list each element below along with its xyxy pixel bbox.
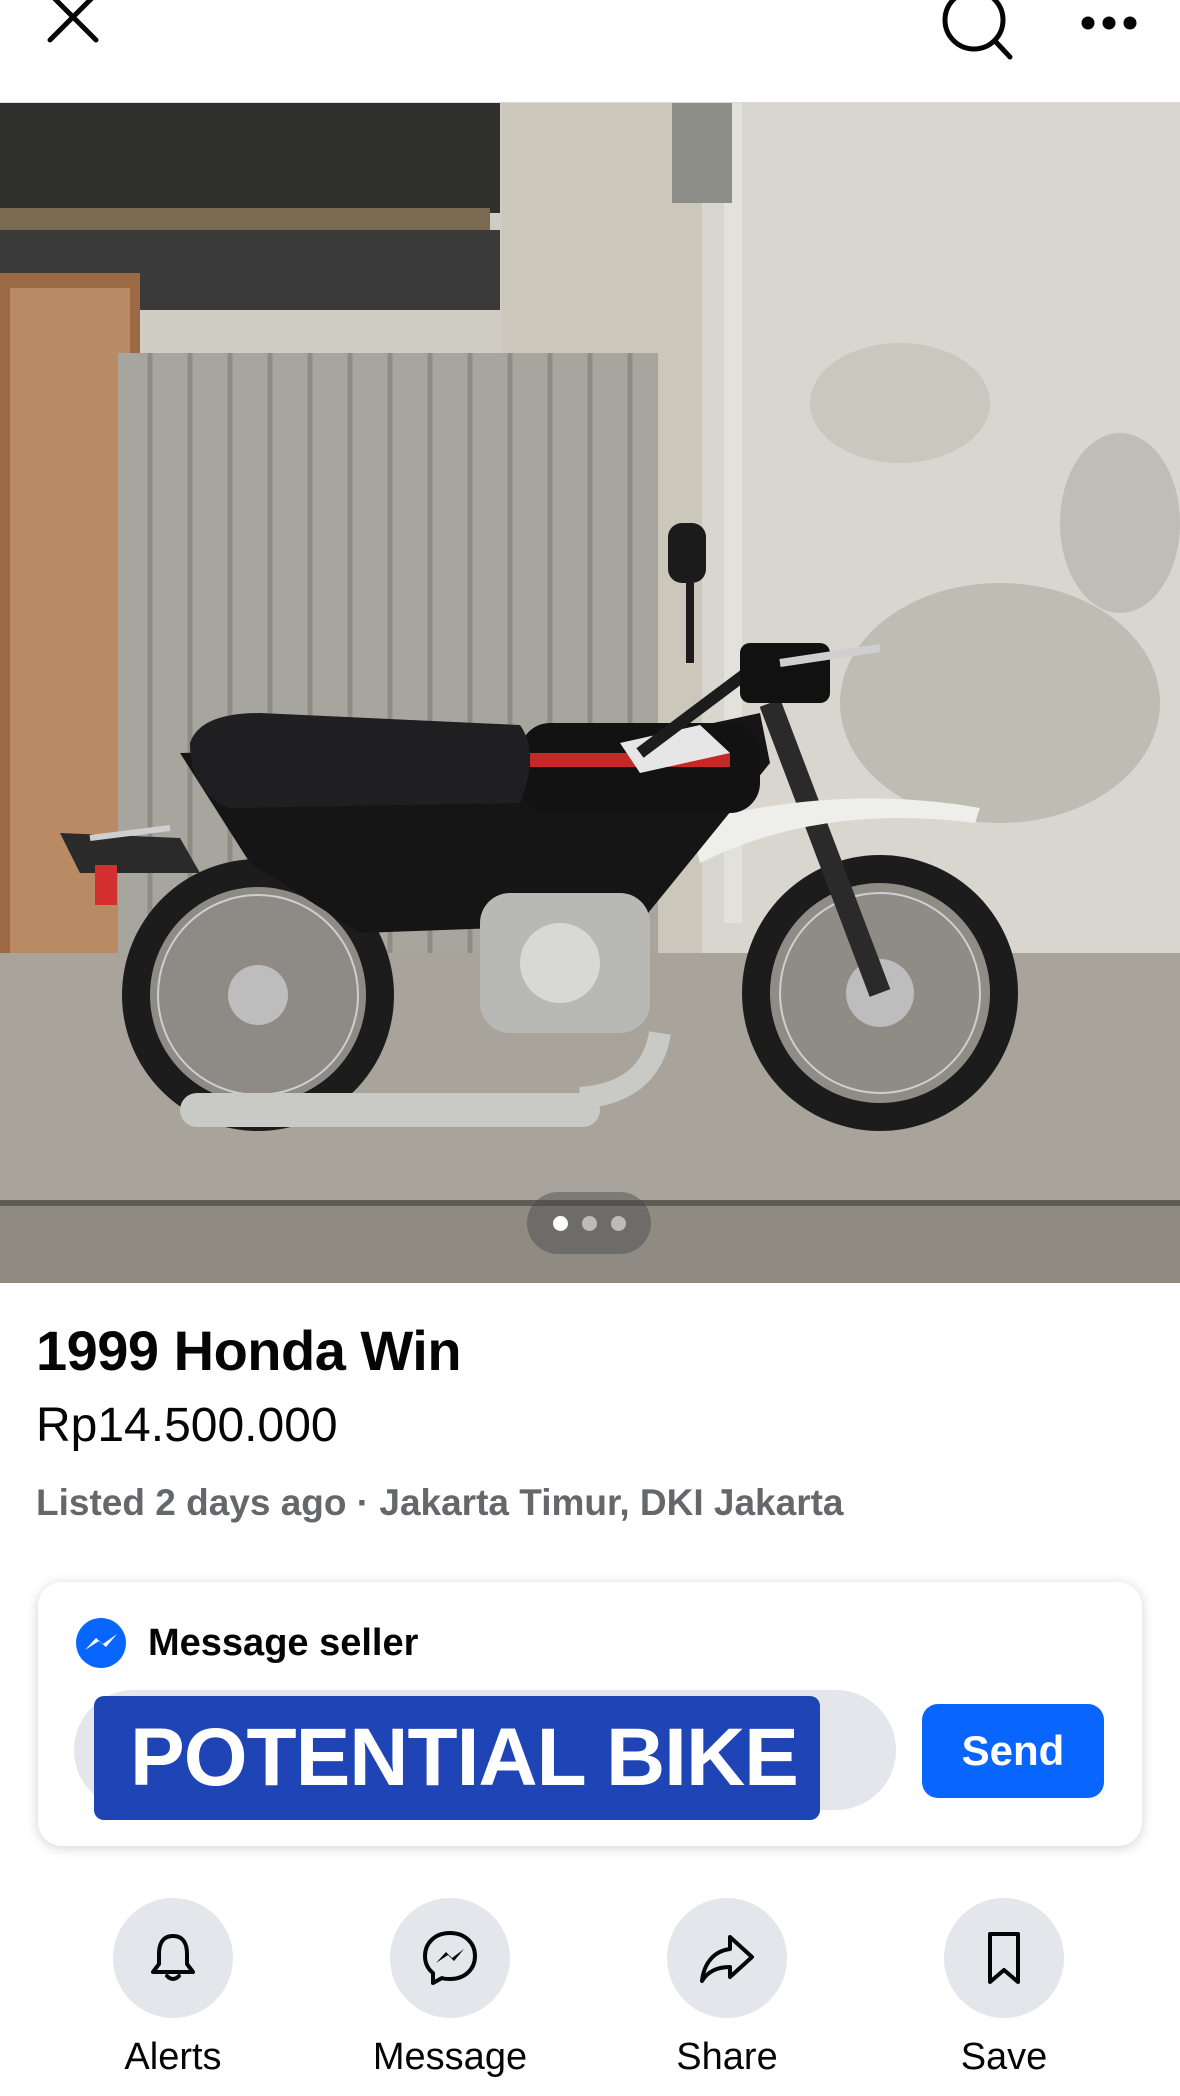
- share-action[interactable]: Share: [627, 1898, 827, 2088]
- marketplace-listing-page: 1999 Honda Win Rp14.500.000 Listed 2 day…: [0, 0, 1180, 2096]
- message-input-field[interactable]: POTENTIAL BIKE: [74, 1690, 896, 1820]
- message-seller-card: Message seller POTENTIAL BIKE Send: [38, 1582, 1142, 1846]
- listing-title: 1999 Honda Win: [36, 1319, 462, 1382]
- alerts-action[interactable]: Alerts: [73, 1898, 273, 2088]
- image-pagination-indicator[interactable]: [527, 1192, 651, 1254]
- message-label: Message: [372, 2036, 528, 2078]
- listing-price: Rp14.500.000: [36, 1399, 338, 1452]
- messenger-icon: [76, 1618, 126, 1668]
- send-button[interactable]: Send: [922, 1704, 1104, 1798]
- search-icon: [942, 0, 1013, 60]
- message-seller-label: Message seller: [148, 1621, 419, 1664]
- bell-icon: [151, 1934, 195, 1981]
- listing-photo[interactable]: [0, 103, 1180, 1283]
- bookmark-icon: [988, 1932, 1020, 1984]
- messenger-icon: [423, 1931, 477, 1985]
- alerts-button[interactable]: [113, 1898, 233, 2018]
- message-input-value[interactable]: POTENTIAL BIKE: [94, 1696, 820, 1820]
- message-button[interactable]: [390, 1898, 510, 2018]
- save-label: Save: [960, 2036, 1048, 2078]
- alerts-label: Alerts: [124, 2036, 222, 2078]
- close-icon: [47, 0, 99, 43]
- listing-meta[interactable]: Listed 2 days ago · Jakarta Timur, DKI J…: [36, 1482, 844, 1524]
- close-button[interactable]: [30, 0, 114, 54]
- save-action[interactable]: Save: [904, 1898, 1104, 2088]
- pagination-dot-active: [552, 1215, 568, 1231]
- top-bar: [0, 0, 1180, 103]
- message-seller-header: Message seller: [74, 1616, 418, 1670]
- share-label: Share: [676, 2036, 778, 2078]
- pagination-dot: [581, 1215, 597, 1231]
- message-action[interactable]: Message: [350, 1898, 550, 2088]
- more-horizontal-icon: [1081, 16, 1137, 30]
- search-button[interactable]: [930, 0, 1020, 62]
- more-options-button[interactable]: [1064, 0, 1154, 50]
- pagination-dot: [610, 1215, 626, 1231]
- save-button[interactable]: [944, 1898, 1064, 2018]
- share-button[interactable]: [667, 1898, 787, 2018]
- share-icon: [700, 1935, 754, 1983]
- motorcycle-photo: [0, 103, 1180, 1283]
